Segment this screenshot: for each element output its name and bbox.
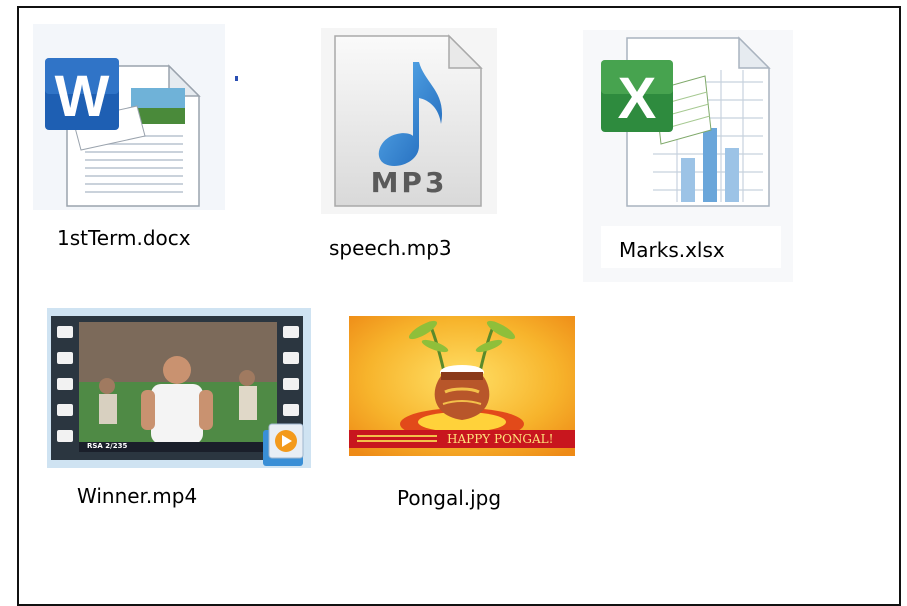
file-name-label: Marks.xlsx — [619, 238, 725, 262]
file-item-1stterm-docx[interactable]: W 1stTerm.docx — [33, 24, 225, 274]
pongal-banner-text: HAPPY PONGAL! — [447, 432, 554, 446]
stray-mark — [235, 76, 238, 81]
file-item-marks-xlsx[interactable]: X Marks.xlsx — [583, 30, 793, 282]
file-item-pongal-jpg[interactable]: HAPPY PONGAL! Pongal.jpg — [349, 316, 579, 516]
score-overlay-text: RSA 2/235 — [87, 442, 128, 450]
svg-text:X: X — [618, 66, 657, 131]
svg-text:W: W — [55, 64, 110, 129]
file-name-label: speech.mp3 — [329, 236, 452, 260]
file-name-label: Winner.mp4 — [77, 484, 198, 508]
file-browser-window: W 1stTerm.docx MP3 speech.mp3 X Marks.xl… — [17, 6, 901, 606]
file-item-speech-mp3[interactable]: MP3 speech.mp3 — [321, 28, 497, 278]
file-item-winner-mp4[interactable]: RSA 2/235 Winner.mp4 — [47, 308, 311, 518]
excel-sheet-icon: X — [593, 30, 783, 216]
file-name-label: 1stTerm.docx — [57, 226, 191, 250]
mp3-type-text: MP3 — [370, 166, 448, 199]
word-doc-icon: W — [33, 24, 225, 210]
file-name-label: Pongal.jpg — [397, 486, 502, 510]
